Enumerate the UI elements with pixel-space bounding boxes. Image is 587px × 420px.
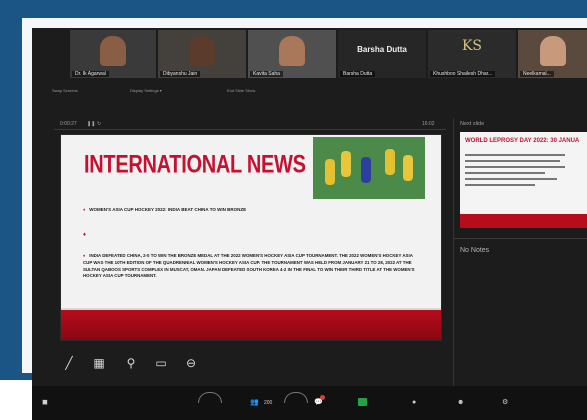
participant-video bbox=[100, 36, 126, 66]
swap-screens-button[interactable]: Swap Screens bbox=[52, 88, 78, 93]
participant-tile[interactable]: Dr. Ik Agarwal bbox=[70, 30, 156, 78]
share-screen-icon[interactable] bbox=[358, 398, 367, 406]
grid-view-icon[interactable]: ▦ bbox=[92, 356, 106, 370]
next-slide-text-line bbox=[465, 166, 565, 168]
participant-logo: KS bbox=[461, 38, 483, 54]
scroll-arc bbox=[284, 392, 308, 403]
next-slide-text-line bbox=[465, 154, 565, 156]
participant-name: Barsha Dutta bbox=[340, 71, 376, 77]
slide-bullet: ♦ INDIA DEFEATED CHINA, 2-0 TO WIN THE BR… bbox=[83, 253, 415, 279]
participant-name: Dr. Ik Agarwal bbox=[72, 71, 109, 77]
display-settings-button[interactable]: Display Settings ▾ bbox=[130, 88, 162, 93]
page-margin bbox=[0, 380, 32, 420]
participant-tile[interactable]: Neelkamal... bbox=[518, 30, 587, 78]
participant-name: Kavita Saha bbox=[250, 71, 283, 77]
video-gallery: Dr. Ik Agarwal Dibyanshu Jain Kavita Sah… bbox=[32, 30, 587, 78]
mic-icon[interactable]: ◼ bbox=[42, 398, 48, 408]
participant-tile[interactable]: Dibyanshu Jain bbox=[158, 30, 246, 78]
photo-player bbox=[403, 155, 413, 181]
photo-player bbox=[325, 159, 335, 185]
next-slide-text-line bbox=[465, 184, 535, 186]
screen-icon[interactable]: ▭ bbox=[154, 356, 168, 370]
pause-icon[interactable]: ❚❚ bbox=[87, 121, 95, 127]
scroll-arc bbox=[198, 392, 222, 403]
participant-name: Dibyanshu Jain bbox=[160, 71, 201, 77]
participant-video bbox=[539, 36, 566, 66]
slide-title: INTERNATIONAL NEWS bbox=[84, 151, 306, 179]
apps-icon[interactable]: ⚙ bbox=[502, 398, 508, 408]
current-slide: INTERNATIONAL NEWS ♦ WOMEN'S ASIA CUP HOC… bbox=[60, 134, 442, 341]
reset-timer-icon[interactable]: ↻ bbox=[97, 121, 101, 127]
photo-player bbox=[361, 157, 371, 183]
next-slide-text-line bbox=[465, 172, 545, 174]
end-slide-show-button[interactable]: End Slide Show bbox=[227, 88, 255, 93]
slide-footer-bar bbox=[61, 310, 441, 340]
next-slide-preview[interactable]: WORLD LEPROSY DAY 2022: 30 JANUA bbox=[460, 132, 587, 228]
next-slide-text-line bbox=[465, 178, 557, 180]
photo-player bbox=[341, 151, 351, 177]
next-slide-text-line bbox=[465, 160, 560, 162]
next-slide-label: Next slide bbox=[460, 121, 485, 127]
participants-icon[interactable]: 👥 bbox=[250, 398, 259, 408]
participants-count: 200 bbox=[264, 400, 273, 406]
elapsed-timer: 0:00:27 bbox=[60, 121, 77, 127]
pen-icon[interactable]: ╱ bbox=[62, 356, 76, 370]
participant-tile[interactable]: Barsha Dutta Barsha Dutta bbox=[338, 30, 426, 78]
participant-tile[interactable]: KS Khushboo Shailesh Dhar... bbox=[428, 30, 516, 78]
clock: 16:02 bbox=[422, 121, 435, 127]
next-slide-title: WORLD LEPROSY DAY 2022: 30 JANUA bbox=[465, 138, 580, 144]
divider bbox=[54, 129, 446, 130]
participant-video bbox=[189, 36, 215, 66]
slide-bullet: ♦ WOMEN'S ASIA CUP HOCKEY 2022: INDIA BEA… bbox=[83, 207, 247, 212]
participant-display-name: Barsha Dutta bbox=[357, 45, 407, 54]
speaker-notes: No Notes bbox=[460, 247, 490, 254]
frame-gap-top bbox=[22, 18, 587, 28]
chat-badge bbox=[320, 395, 325, 400]
frame-gap-left bbox=[22, 18, 32, 373]
meeting-toolbar: ◼ 👥 200 💬 ● ☻ ⚙ bbox=[32, 386, 587, 420]
more-options-icon[interactable]: ⊖ bbox=[184, 356, 198, 370]
participant-name: Khushboo Shailesh Dhar... bbox=[430, 71, 496, 77]
pane-divider bbox=[453, 118, 454, 388]
participant-video bbox=[279, 36, 305, 66]
photo-player bbox=[385, 149, 395, 175]
divider bbox=[454, 238, 587, 239]
magnifier-icon[interactable]: ⚲ bbox=[124, 356, 138, 370]
slide-photo bbox=[313, 137, 425, 199]
reactions-icon[interactable]: ☻ bbox=[457, 398, 464, 408]
participant-tile[interactable]: Kavita Saha bbox=[248, 30, 336, 78]
participant-name: Neelkamal... bbox=[520, 71, 554, 77]
meeting-window: Dr. Ik Agarwal Dibyanshu Jain Kavita Sah… bbox=[32, 28, 587, 420]
record-icon[interactable]: ● bbox=[412, 398, 416, 408]
slide-bullet-empty: ♦ bbox=[83, 232, 87, 238]
next-slide-footer-bar bbox=[460, 214, 587, 228]
